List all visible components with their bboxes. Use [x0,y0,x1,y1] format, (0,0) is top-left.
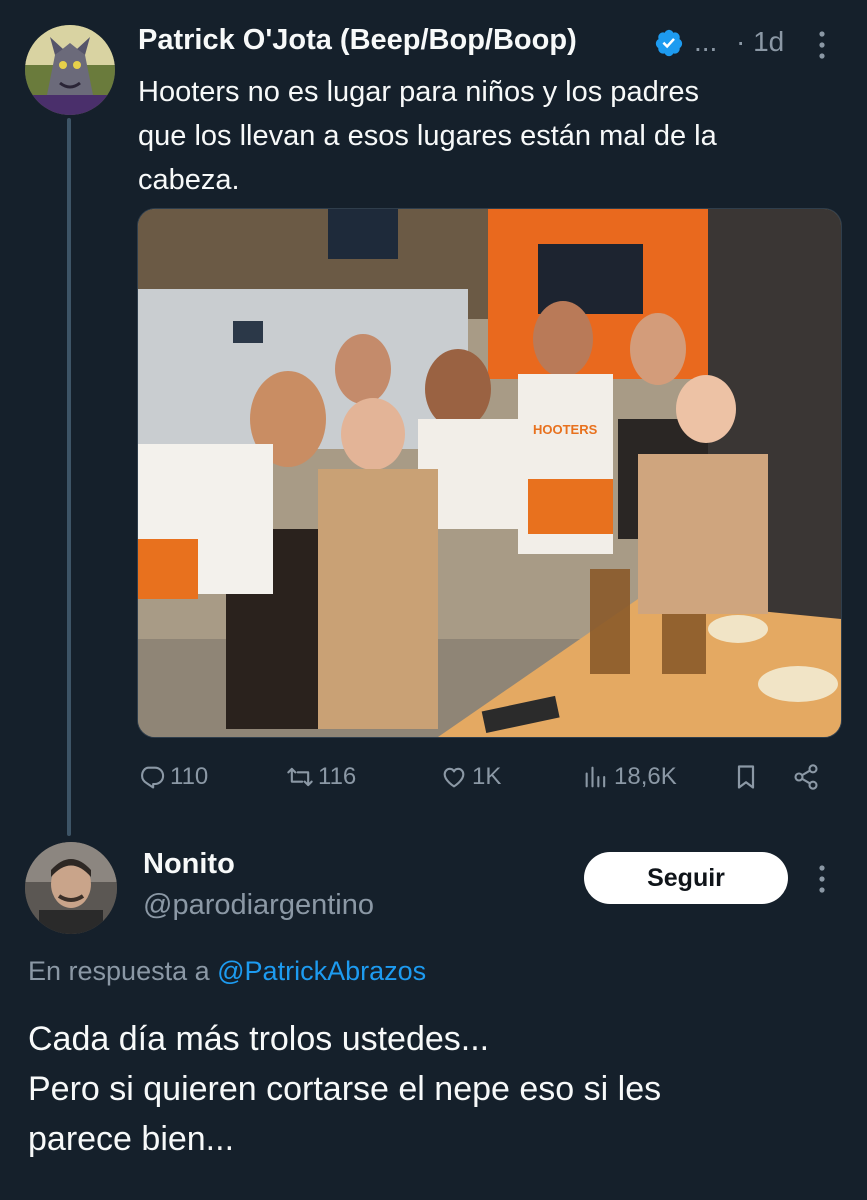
tweet-line: que los llevan a esos lugares están mal … [138,120,717,152]
replying-to-label: En respuesta a [28,956,210,986]
views-button[interactable]: 18,6K [582,760,677,794]
avatar-nonito[interactable] [25,842,117,934]
photo-sign-text: HOOTERS [533,422,598,437]
reply-line: Cada día más trolos ustedes... [28,1020,490,1058]
tweet-timestamp[interactable]: · 1d [736,26,784,58]
thread-connector-line [67,118,71,836]
replying-to-mention[interactable]: @PatrickAbrazos [217,956,426,986]
retweet-count: 116 [318,763,357,790]
bookmark-icon [737,765,755,789]
like-button[interactable]: 1K [440,760,501,794]
reply-line: Pero si quieren cortarse el nepe eso si … [28,1070,662,1108]
replying-to: En respuesta a @PatrickAbrazos [28,956,426,987]
tweet-line: Hooters no es lugar para niños y los pad… [138,76,699,108]
verified-badge-icon [654,28,684,58]
retweet-icon [287,767,313,787]
views-icon [585,766,606,788]
like-count: 1K [472,763,502,790]
reply-button[interactable]: 110 [138,760,208,794]
more-icon[interactable] [812,862,832,896]
name-truncation: ... [694,26,718,57]
retweet-button[interactable]: 116 [286,760,356,794]
share-icon [794,764,818,790]
views-count: 18,6K [614,763,677,790]
reply-author-handle[interactable]: @parodiargentino [143,889,374,922]
bookmark-button[interactable] [732,760,764,794]
tweet-photo[interactable]: HOOTERS [137,208,842,738]
more-icon[interactable] [812,28,832,62]
reply-count: 110 [170,763,209,790]
avatar-patrick[interactable] [25,25,115,115]
reply-text: Cada día más trolos ustedes... Pero si q… [28,1014,848,1164]
reply-author-name[interactable]: Nonito [143,848,235,881]
reply-icon [141,766,165,789]
reply-line: parece bien... [28,1120,235,1158]
share-button[interactable] [792,760,824,794]
follow-button[interactable]: Seguir [584,852,788,904]
tweet-line: cabeza. [138,164,240,196]
author-name[interactable]: Patrick O'Jota (Beep/Bop/Boop) [138,24,577,57]
like-icon [443,767,465,788]
tweet-text: Hooters no es lugar para niños y los pad… [138,70,828,202]
